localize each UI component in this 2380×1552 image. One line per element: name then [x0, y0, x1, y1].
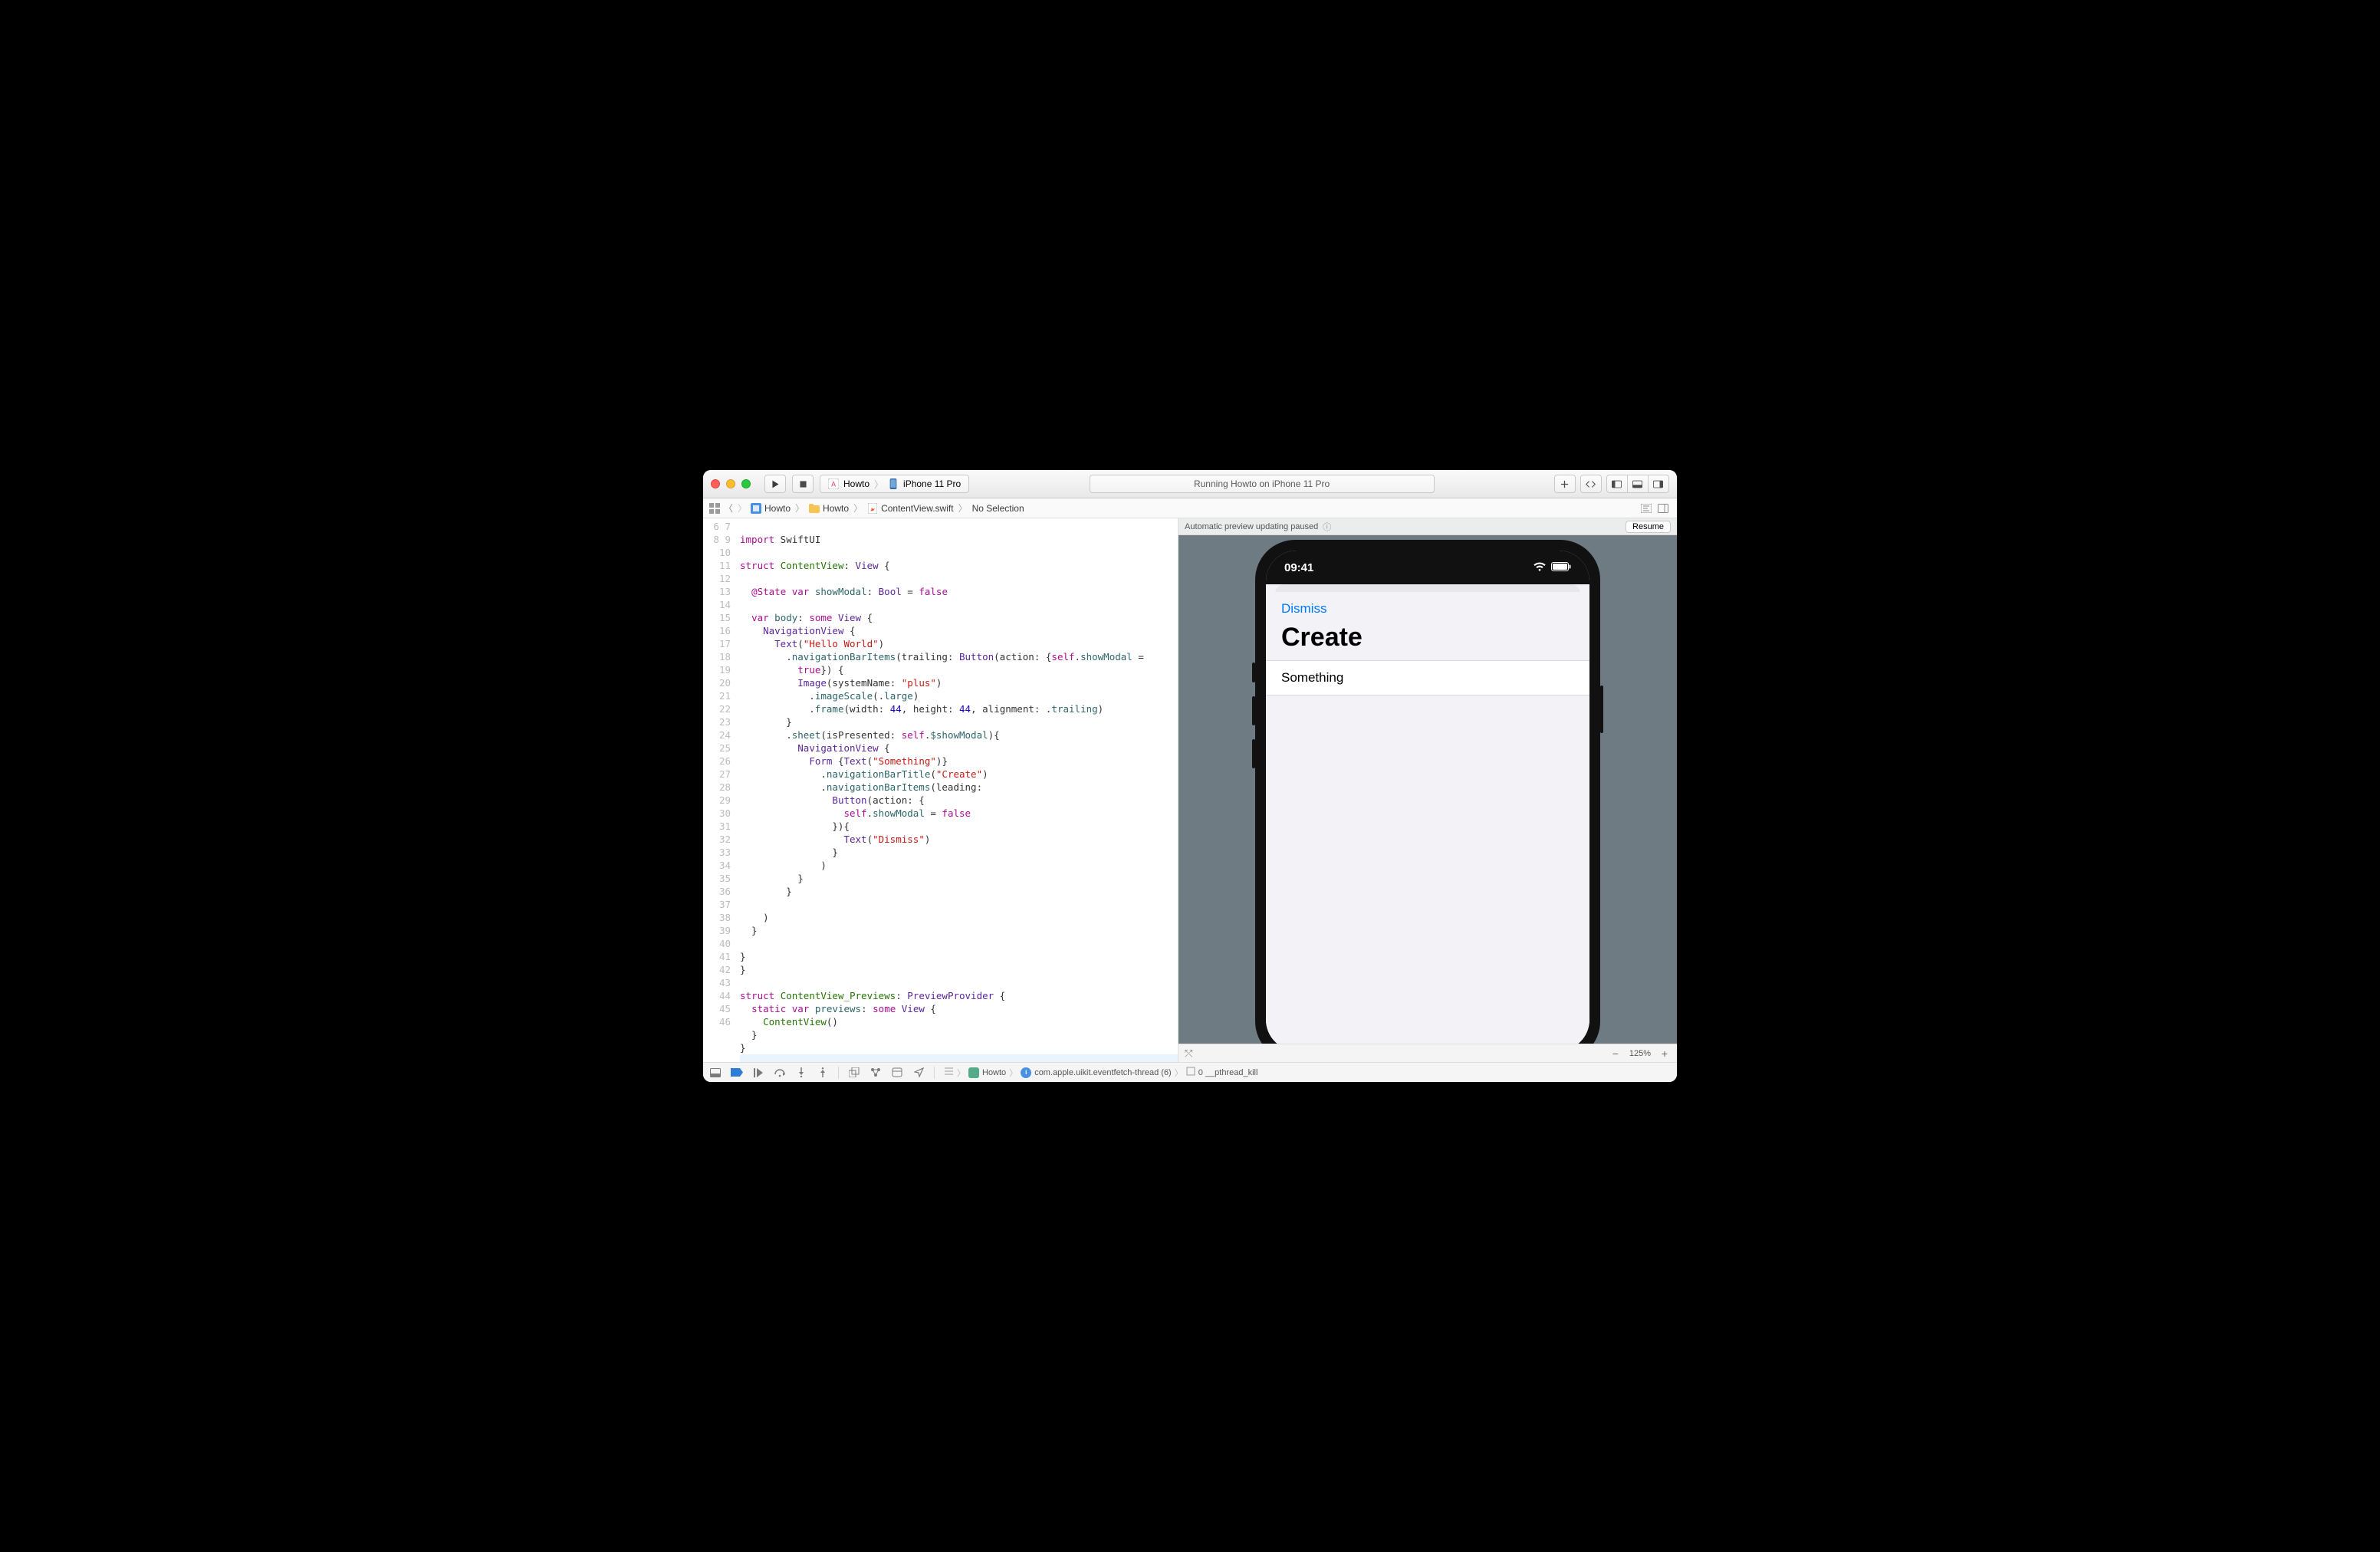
- debug-thread: com.apple.uikit.eventfetch-thread (6): [1034, 1068, 1172, 1077]
- step-out-button[interactable]: [817, 1067, 829, 1079]
- related-items-icon[interactable]: [709, 503, 720, 514]
- close-window-button[interactable]: [711, 479, 720, 488]
- toolbar-right: [1554, 475, 1669, 493]
- hide-debug-button[interactable]: [709, 1067, 722, 1079]
- jump-bar: 〈 〉 Howto 〉 Howto 〉 ContentView.swift 〉 …: [703, 498, 1677, 518]
- device-icon: [888, 478, 899, 489]
- pin-preview-button[interactable]: ⤲: [1185, 1047, 1192, 1060]
- device-screen: 09:41 Dismiss Create So: [1266, 551, 1589, 1044]
- nav-bar: Dismiss: [1266, 592, 1589, 620]
- app-mini-icon: [968, 1067, 979, 1078]
- chevron-icon: 〉: [957, 501, 969, 515]
- project-icon: [751, 503, 761, 514]
- device-frame: 09:41 Dismiss Create So: [1255, 540, 1600, 1044]
- preview-message-bar: Automatic preview updating paused ⓘ Resu…: [1178, 518, 1677, 535]
- toggle-inspectors-button[interactable]: [1648, 475, 1669, 493]
- continue-button[interactable]: [752, 1067, 764, 1079]
- stack-icon: [944, 1067, 954, 1078]
- main-split: 6 7 8 9 10 11 12 13 14 15 16 17 18 19 20…: [703, 518, 1677, 1062]
- zoom-level[interactable]: 125%: [1629, 1049, 1651, 1058]
- folder-icon: [809, 503, 820, 514]
- device-side-buttons-left: [1252, 663, 1255, 782]
- toggle-navigator-button[interactable]: [1606, 475, 1628, 493]
- toggle-debug-area-button[interactable]: [1627, 475, 1649, 493]
- debug-target: Howto: [982, 1068, 1006, 1077]
- step-over-button[interactable]: [774, 1067, 786, 1079]
- scheme-app-name: Howto: [843, 478, 869, 489]
- toolbar: A Howto 〉 iPhone 11 Pro Running Howto on…: [703, 470, 1677, 498]
- preview-viewport[interactable]: 09:41 Dismiss Create So: [1178, 518, 1677, 1044]
- xcode-window: A Howto 〉 iPhone 11 Pro Running Howto on…: [703, 470, 1677, 1082]
- window-controls: [711, 479, 751, 488]
- minimap-button[interactable]: [1639, 501, 1654, 515]
- preview-canvas: Automatic preview updating paused ⓘ Resu…: [1178, 518, 1677, 1062]
- chevron-icon: 〉: [852, 501, 864, 515]
- thread-icon: i: [1021, 1067, 1031, 1078]
- library-button[interactable]: [1554, 475, 1576, 493]
- chevron-icon: 〉: [794, 501, 806, 515]
- modal-sheet: Dismiss Create Something: [1266, 592, 1589, 1044]
- panel-toggle-group: [1606, 475, 1669, 493]
- environment-overrides-button[interactable]: [891, 1067, 903, 1079]
- preview-footer: ⤲ − 125% +: [1178, 1044, 1677, 1062]
- scheme-device-name: iPhone 11 Pro: [903, 478, 961, 489]
- swift-file-icon: [867, 503, 878, 514]
- run-button[interactable]: [764, 475, 786, 493]
- breakpoints-button[interactable]: [731, 1067, 743, 1079]
- debug-bar: 〉 Howto 〉 i com.apple.uikit.eventfetch-t…: [703, 1062, 1677, 1082]
- resume-button[interactable]: Resume: [1626, 521, 1671, 533]
- form-row: Something: [1266, 660, 1589, 695]
- stop-button[interactable]: [792, 475, 814, 493]
- battery-icon: [1551, 561, 1571, 574]
- step-into-button[interactable]: [795, 1067, 807, 1079]
- code-review-button[interactable]: [1580, 475, 1602, 493]
- jump-file[interactable]: ContentView.swift: [881, 503, 954, 514]
- info-icon[interactable]: ⓘ: [1323, 521, 1331, 533]
- status-time: 09:41: [1284, 561, 1313, 574]
- app-icon: A: [828, 478, 839, 489]
- nav-large-title: Create: [1266, 620, 1589, 660]
- zoom-out-button[interactable]: −: [1609, 1047, 1622, 1060]
- frame-icon: [1186, 1067, 1195, 1078]
- scheme-selector[interactable]: A Howto 〉 iPhone 11 Pro: [820, 475, 969, 493]
- debug-view-hierarchy-button[interactable]: [848, 1067, 860, 1079]
- jump-symbol[interactable]: No Selection: [972, 503, 1024, 514]
- scheme-separator: 〉: [874, 478, 883, 491]
- code-area[interactable]: import SwiftUI struct ContentView: View …: [735, 518, 1178, 1062]
- device-side-button-right: [1600, 686, 1603, 733]
- simulate-location-button[interactable]: [912, 1067, 925, 1079]
- svg-text:A: A: [831, 481, 836, 488]
- source-editor[interactable]: 6 7 8 9 10 11 12 13 14 15 16 17 18 19 20…: [703, 518, 1178, 1062]
- jump-project[interactable]: Howto: [764, 503, 791, 514]
- minimize-window-button[interactable]: [726, 479, 735, 488]
- activity-status: Running Howto on iPhone 11 Pro: [1090, 475, 1435, 493]
- zoom-in-button[interactable]: +: [1658, 1047, 1671, 1060]
- nav-forward-button[interactable]: 〉: [737, 503, 748, 514]
- wifi-icon: [1533, 561, 1547, 574]
- line-gutter: 6 7 8 9 10 11 12 13 14 15 16 17 18 19 20…: [703, 518, 735, 1062]
- activity-status-text: Running Howto on iPhone 11 Pro: [1194, 478, 1330, 489]
- adjust-editor-button[interactable]: [1655, 501, 1671, 515]
- zoom-window-button[interactable]: [741, 479, 751, 488]
- debug-memory-graph-button[interactable]: [869, 1067, 882, 1079]
- device-notch: [1355, 551, 1501, 574]
- debug-frame: 0 __pthread_kill: [1198, 1068, 1258, 1077]
- nav-back-button[interactable]: 〈: [723, 503, 734, 514]
- jump-group[interactable]: Howto: [823, 503, 849, 514]
- dismiss-button[interactable]: Dismiss: [1281, 601, 1327, 616]
- debug-process-crumb[interactable]: 〉 Howto 〉 i com.apple.uikit.eventfetch-t…: [944, 1067, 1257, 1079]
- preview-message: Automatic preview updating paused: [1185, 522, 1318, 531]
